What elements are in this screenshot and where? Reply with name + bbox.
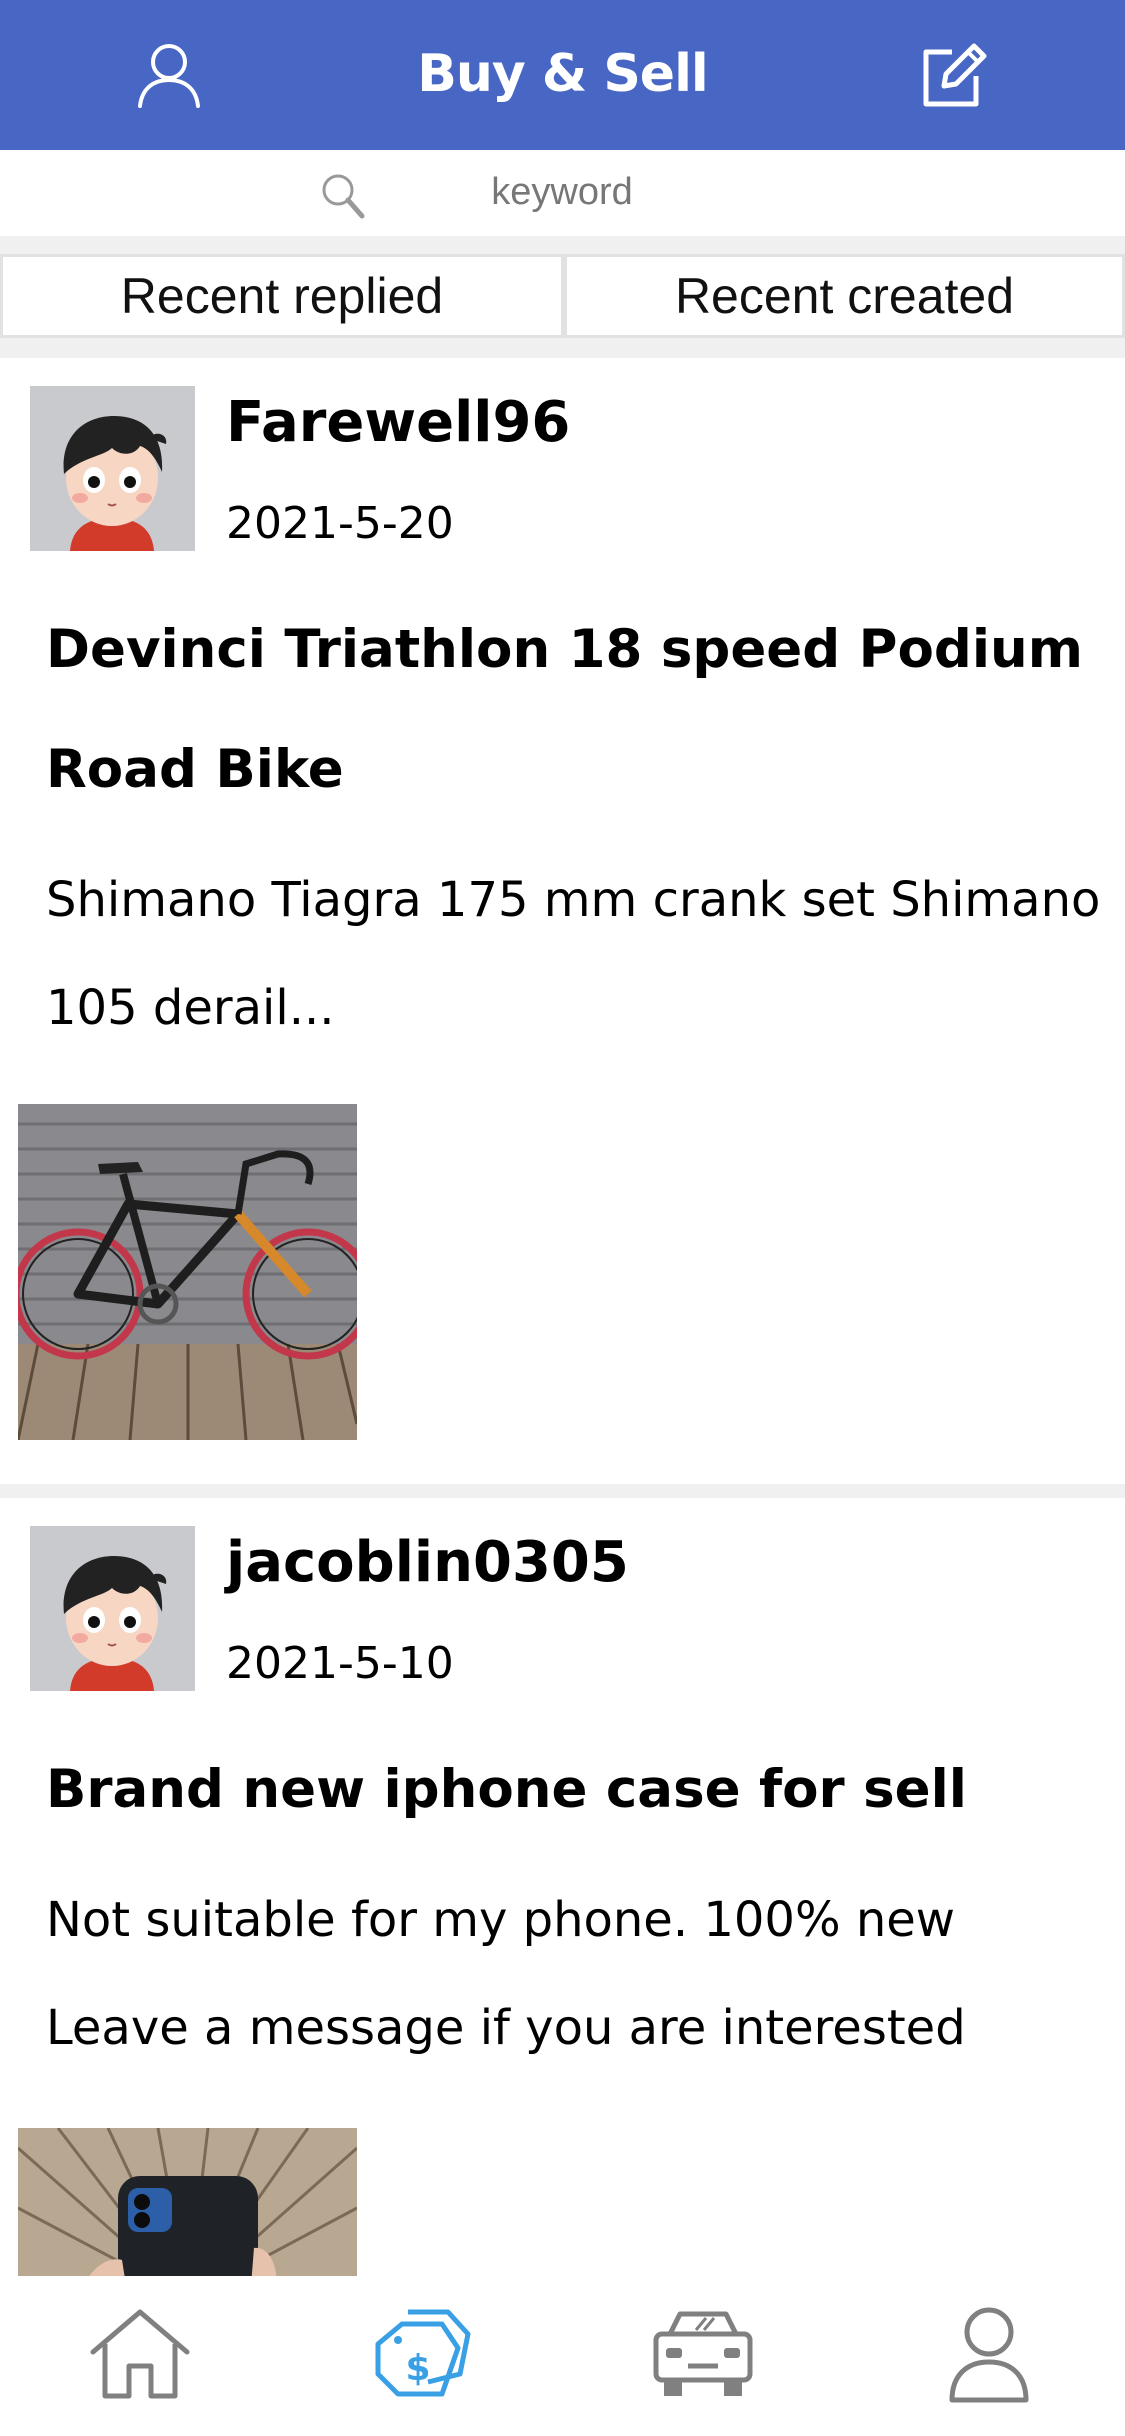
price-tag-icon[interactable]: $: [368, 2304, 478, 2404]
divider: [0, 1484, 1125, 1498]
post-card[interactable]: Farewell96 2021-5-20 Devinci Triathlon 1…: [0, 358, 1125, 1484]
top-app-bar: Buy & Sell: [0, 0, 1125, 150]
post-date: 2021-5-10: [226, 1638, 454, 1689]
post-author[interactable]: jacoblin0305: [226, 1530, 629, 1595]
car-icon[interactable]: [648, 2304, 758, 2404]
sort-tabs: Recent replied Recent created: [0, 236, 1125, 358]
tab-label: Recent replied: [120, 268, 444, 324]
post-body: Not suitable for my phone. 100% new Leav…: [46, 1892, 966, 2056]
post-title: Brand new iphone case for sell: [46, 1759, 967, 1820]
bike-photo[interactable]: [18, 1104, 357, 1440]
search-input[interactable]: [380, 164, 744, 220]
home-icon[interactable]: [85, 2304, 195, 2404]
search-icon: [318, 170, 368, 220]
edit-icon[interactable]: [918, 40, 988, 110]
search-bar: [0, 150, 1125, 236]
svg-text:$: $: [405, 2348, 430, 2389]
avatar[interactable]: [30, 386, 195, 551]
profile-icon[interactable]: [934, 2304, 1044, 2404]
phone-case-photo[interactable]: [18, 2128, 357, 2298]
post-card[interactable]: jacoblin0305 2021-5-10 Brand new iphone …: [0, 1498, 1125, 2298]
post-author[interactable]: Farewell96: [226, 390, 570, 455]
post-title: Devinci Triathlon 18 speed Podium Road B…: [46, 619, 1083, 800]
avatar[interactable]: [30, 1526, 195, 1691]
post-date: 2021-5-20: [226, 498, 454, 549]
post-body: Shimano Tiagra 175 mm crank set Shimano …: [46, 872, 1101, 1036]
post-feed: Farewell96 2021-5-20 Devinci Triathlon 1…: [0, 358, 1125, 2298]
tab-recent-replied[interactable]: Recent replied: [0, 254, 564, 338]
tab-recent-created[interactable]: Recent created: [564, 254, 1125, 338]
bottom-nav: $: [0, 2276, 1125, 2436]
tab-label: Recent created: [674, 268, 1015, 324]
